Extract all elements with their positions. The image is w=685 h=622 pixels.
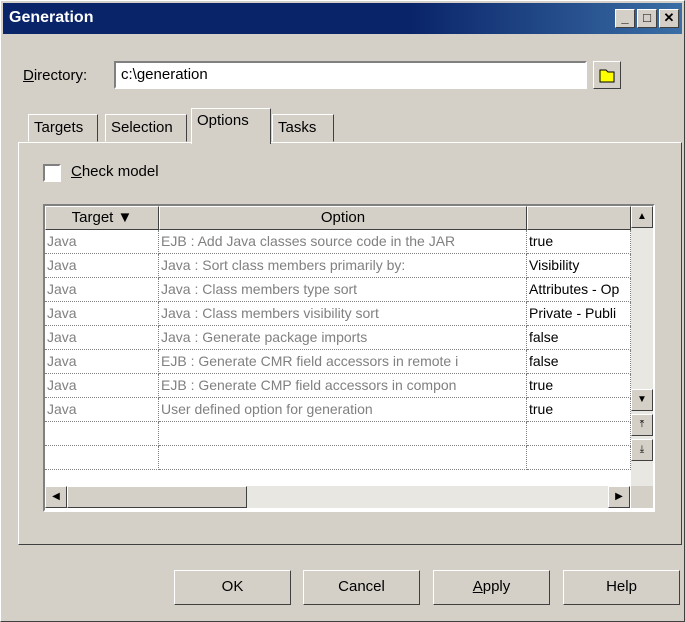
cell-value[interactable]: Private - Publi — [527, 302, 631, 326]
ok-button[interactable]: OK — [174, 570, 291, 605]
maximize-icon[interactable]: □ — [637, 9, 657, 28]
column-header-value[interactable] — [527, 206, 631, 230]
cell-value[interactable]: true — [527, 374, 631, 398]
directory-input[interactable]: c:\generation — [114, 61, 587, 89]
cell-target: Java — [45, 254, 159, 278]
cell-target — [45, 446, 159, 470]
table-row — [45, 446, 631, 470]
cell-option — [159, 422, 527, 446]
scroll-left-icon[interactable]: ◀ — [45, 486, 67, 508]
cell-value[interactable]: true — [527, 398, 631, 422]
table-row — [45, 422, 631, 446]
cell-option — [159, 446, 527, 470]
cell-option: Java : Class members type sort — [159, 278, 527, 302]
options-grid: Target ▼ Option Java EJB : Add Java class… — [43, 204, 655, 512]
cell-option: Java : Class members visibility sort — [159, 302, 527, 326]
tab-options[interactable]: Options — [191, 108, 271, 144]
horizontal-scrollbar[interactable]: ◀ ▶ — [45, 486, 630, 508]
scroll-top-icon[interactable]: ⤒ — [631, 414, 653, 436]
table-row[interactable]: Java Java : Sort class members primarily … — [45, 254, 631, 278]
cell-value[interactable]: false — [527, 326, 631, 350]
browse-directory-button[interactable] — [593, 61, 621, 89]
cell-target: Java — [45, 374, 159, 398]
tab-tasks[interactable]: Tasks — [272, 114, 334, 142]
table-row[interactable]: Java User defined option for generation tr… — [45, 398, 631, 422]
cell-option: EJB : Add Java classes source code in th… — [159, 230, 527, 254]
apply-button[interactable]: Apply — [433, 570, 550, 605]
minimize-icon[interactable]: _ — [615, 9, 635, 28]
table-row[interactable]: Java EJB : Generate CMR field accessors i… — [45, 350, 631, 374]
title-bar[interactable]: Generation _ □ ✕ — [3, 3, 682, 34]
cell-value — [527, 422, 631, 446]
cell-target: Java — [45, 302, 159, 326]
cell-target: Java — [45, 230, 159, 254]
cell-value[interactable]: Attributes - Op — [527, 278, 631, 302]
directory-label: Directory: — [23, 67, 88, 84]
table-row[interactable]: Java Java : Class members visibility sort… — [45, 302, 631, 326]
scroll-up-icon[interactable]: ▲ — [631, 206, 653, 228]
table-row[interactable]: Java EJB : Add Java classes source code i… — [45, 230, 631, 254]
vertical-scrollbar[interactable]: ▲ ▼ ⤒ ⤓ — [631, 206, 653, 486]
cancel-button[interactable]: Cancel — [303, 570, 420, 605]
table-row[interactable]: Java Java : Class members type sort Attrib… — [45, 278, 631, 302]
scroll-corner — [631, 486, 653, 508]
check-model-checkbox[interactable] — [43, 164, 61, 182]
cell-target: Java — [45, 350, 159, 374]
cell-target: Java — [45, 278, 159, 302]
generation-dialog: Generation _ □ ✕ Directory: c:\generatio… — [0, 0, 685, 622]
tab-targets[interactable]: Targets — [28, 114, 98, 142]
scroll-bottom-icon[interactable]: ⤓ — [631, 439, 653, 461]
folder-icon — [599, 69, 615, 83]
cell-option: Java : Sort class members primarily by: — [159, 254, 527, 278]
scroll-right-icon[interactable]: ▶ — [608, 486, 630, 508]
cell-target: Java — [45, 398, 159, 422]
cell-target: Java — [45, 326, 159, 350]
cell-value[interactable]: true — [527, 230, 631, 254]
cell-option: EJB : Generate CMR field accessors in re… — [159, 350, 527, 374]
check-model-label: Check model — [71, 163, 159, 180]
cell-value[interactable]: Visibility — [527, 254, 631, 278]
cell-option: EJB : Generate CMP field accessors in co… — [159, 374, 527, 398]
horizontal-scroll-thumb[interactable] — [67, 486, 247, 508]
cell-value — [527, 446, 631, 470]
close-icon[interactable]: ✕ — [659, 9, 679, 28]
scroll-down-icon[interactable]: ▼ — [631, 389, 653, 411]
window-title: Generation — [9, 9, 94, 26]
column-header-target[interactable]: Target ▼ — [45, 206, 159, 230]
cell-target — [45, 422, 159, 446]
column-header-option[interactable]: Option — [159, 206, 527, 230]
cell-option: User defined option for generation — [159, 398, 527, 422]
cell-value[interactable]: false — [527, 350, 631, 374]
table-row[interactable]: Java EJB : Generate CMP field accessors i… — [45, 374, 631, 398]
tab-selection[interactable]: Selection — [105, 114, 187, 142]
help-button[interactable]: Help — [563, 570, 680, 605]
table-row[interactable]: Java Java : Generate package imports false — [45, 326, 631, 350]
cell-option: Java : Generate package imports — [159, 326, 527, 350]
